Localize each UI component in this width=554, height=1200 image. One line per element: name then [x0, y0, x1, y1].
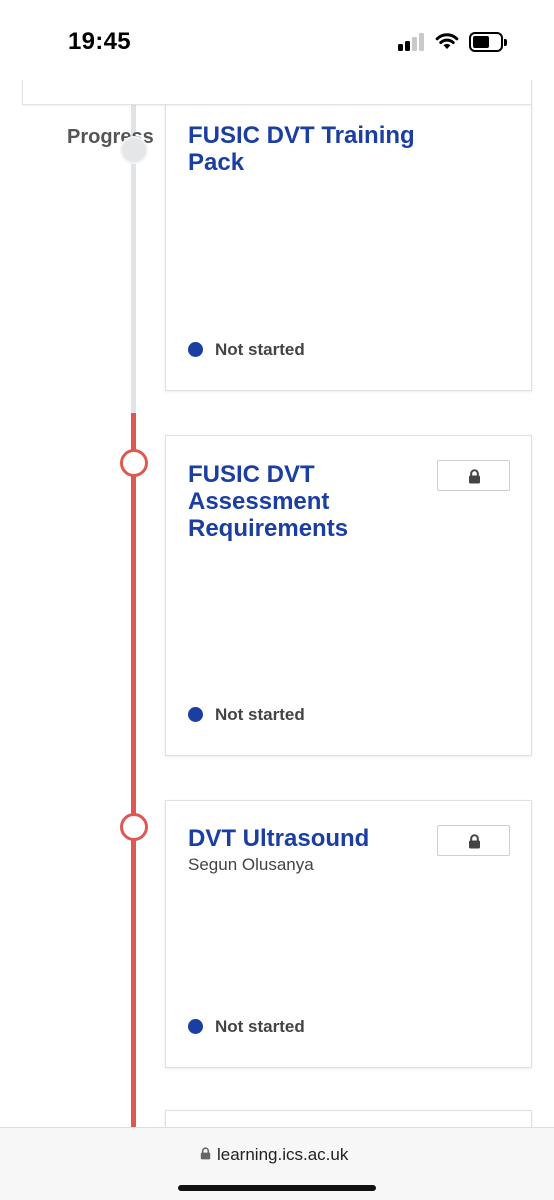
secure-lock-icon	[200, 1147, 211, 1160]
timeline-node	[120, 449, 148, 477]
wifi-icon	[435, 33, 459, 49]
course-card[interactable]: FUSIC DVT Training Pack Not started	[165, 105, 532, 391]
course-card[interactable]: DVT Ultrasound Segun Olusanya Not starte…	[165, 800, 532, 1068]
course-author: Segun Olusanya	[188, 855, 314, 874]
locked-button[interactable]	[437, 825, 510, 856]
course-title[interactable]: FUSIC DVT Assessment Requirements	[188, 461, 428, 542]
status-dot-icon	[188, 1019, 203, 1034]
browser-url-bar[interactable]: learning.ics.ac.uk	[0, 1127, 554, 1200]
timeline-node	[120, 813, 148, 841]
timeline-line-pending	[131, 413, 136, 1133]
status-dot-icon	[188, 342, 203, 357]
timeline-node-start	[120, 136, 148, 164]
course-card[interactable]: FUSIC DVT Assessment Requirements Not st…	[165, 435, 532, 756]
lock-icon	[469, 469, 480, 484]
cellular-signal-icon	[398, 33, 424, 51]
lock-icon	[469, 834, 480, 849]
battery-icon	[469, 32, 507, 52]
locked-button[interactable]	[437, 460, 510, 491]
course-title[interactable]: DVT Ultrasound	[188, 825, 428, 852]
home-indicator	[178, 1185, 376, 1191]
status-time: 19:45	[68, 28, 131, 55]
status-dot-icon	[188, 707, 203, 722]
status-bar: 19:45	[0, 0, 554, 80]
url-text[interactable]: learning.ics.ac.uk	[217, 1145, 348, 1165]
course-title[interactable]: FUSIC DVT Training Pack	[188, 122, 458, 176]
